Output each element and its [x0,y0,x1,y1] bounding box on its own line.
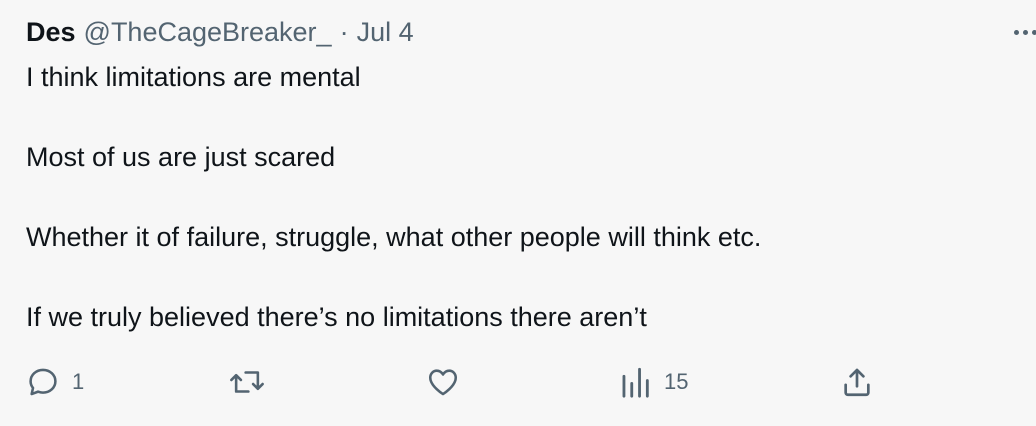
retweet-icon [228,365,266,399]
heart-icon [425,365,461,399]
views-button[interactable]: 15 [620,362,688,402]
share-button[interactable] [840,362,874,402]
action-bar: 1 15 [0,362,1036,402]
author-display-name[interactable]: Des [26,14,76,50]
tweet-paragraph: Whether it of failure, struggle, what ot… [26,222,762,252]
header-separator: · [339,17,349,47]
tweet-paragraph: If we truly believed there’s no limitati… [26,302,647,332]
reply-count: 1 [72,369,85,394]
retweet-button[interactable] [228,362,278,402]
tweet-paragraph: I think limitations are mental [26,62,361,92]
author-handle[interactable]: @TheCageBreaker_ [84,14,332,50]
more-dot [1032,30,1036,35]
reply-icon [26,365,60,399]
more-dot [1014,30,1019,35]
more-dot [1023,30,1028,35]
tweet-date[interactable]: Jul 4 [357,14,414,50]
reply-button[interactable]: 1 [26,362,84,402]
share-icon [840,365,874,399]
tweet-header: Des @TheCageBreaker_ · Jul 4 [26,14,414,50]
more-options-icon[interactable] [1014,30,1036,40]
like-button[interactable] [425,362,473,402]
tweet-paragraph: Most of us are just scared [26,142,336,172]
views-chart-icon [620,365,652,399]
tweet-text: I think limitations are mental Most of u… [26,58,1006,378]
tweet[interactable]: Des @TheCageBreaker_ · Jul 4 I think lim… [0,0,1036,426]
views-count: 15 [664,369,689,394]
